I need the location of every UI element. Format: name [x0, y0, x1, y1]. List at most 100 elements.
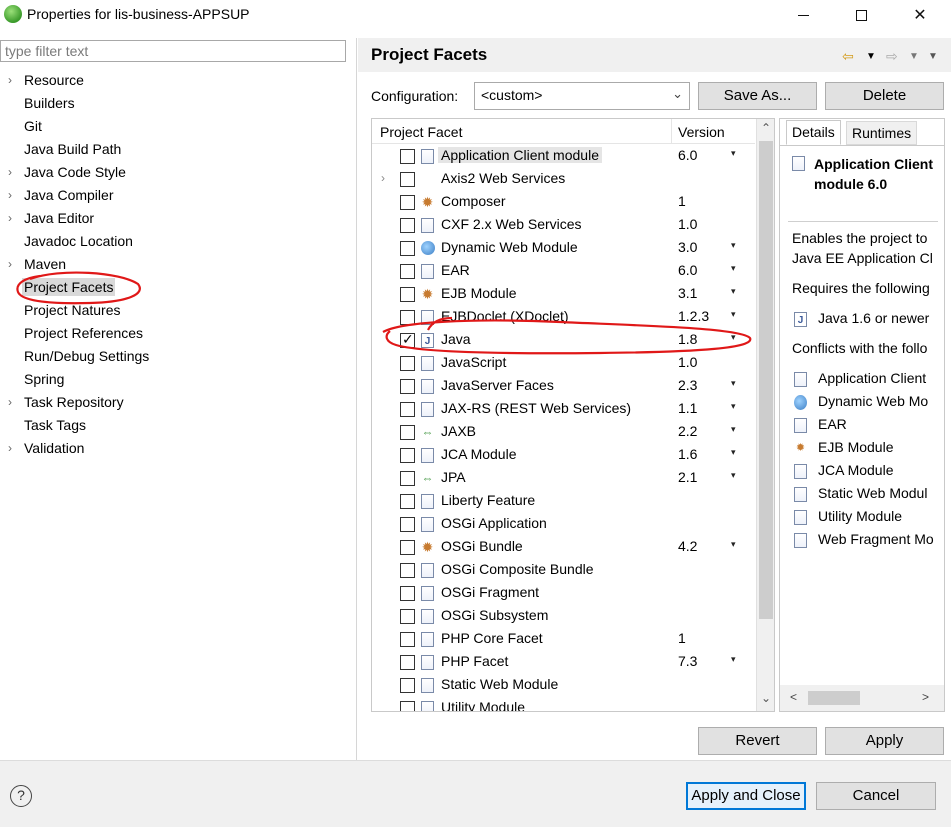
chevron-right-icon[interactable]: ›	[8, 207, 12, 230]
chevron-right-icon[interactable]: ›	[8, 161, 12, 184]
facet-checkbox[interactable]	[400, 287, 415, 302]
facet-checkbox[interactable]	[400, 379, 415, 394]
save-as-button[interactable]: Save As...	[698, 82, 817, 110]
tree-item-git[interactable]: Git	[0, 115, 356, 138]
version-dropdown-icon[interactable]: ▾	[731, 654, 736, 665]
facet-checkbox[interactable]	[400, 149, 415, 164]
facet-version[interactable]: 4.2	[678, 538, 697, 554]
chevron-right-icon[interactable]: ›	[8, 437, 12, 460]
facet-row[interactable]: PHP Facet 7.3 ▾	[372, 651, 755, 674]
version-dropdown-icon[interactable]: ▾	[731, 447, 736, 458]
tree-item-resource[interactable]: › Resource	[0, 69, 356, 92]
facet-checkbox[interactable]	[400, 356, 415, 371]
version-dropdown-icon[interactable]: ▾	[731, 148, 736, 159]
facet-row[interactable]: CXF 2.x Web Services 1.0	[372, 214, 755, 237]
facet-row[interactable]: JCA Module 1.6 ▾	[372, 444, 755, 467]
tree-item-task-repository[interactable]: › Task Repository	[0, 391, 356, 414]
close-button[interactable]: ✕	[897, 0, 943, 30]
tab-runtimes[interactable]: Runtimes	[846, 121, 918, 145]
facet-checkbox[interactable]	[400, 425, 415, 440]
tree-item-validation[interactable]: › Validation	[0, 437, 356, 460]
facet-checkbox[interactable]	[400, 540, 415, 555]
version-dropdown-icon[interactable]: ▾	[731, 378, 736, 389]
maximize-button[interactable]	[838, 0, 884, 30]
chevron-right-icon[interactable]: ›	[8, 391, 12, 414]
tree-item-run-debug-settings[interactable]: Run/Debug Settings	[0, 345, 356, 368]
facet-checkbox[interactable]	[400, 402, 415, 417]
version-dropdown-icon[interactable]: ▾	[731, 332, 736, 343]
facet-version[interactable]: 2.3	[678, 377, 697, 393]
facet-row[interactable]: ✹ OSGi Bundle 4.2 ▾	[372, 536, 755, 559]
chevron-right-icon[interactable]: ›	[8, 69, 12, 92]
scroll-right-icon[interactable]: >	[922, 690, 929, 704]
facet-row[interactable]: ✹ EJB Module 3.1 ▾	[372, 283, 755, 306]
forward-arrow-icon[interactable]: ⇨	[886, 48, 898, 65]
facet-row[interactable]: OSGi Composite Bundle	[372, 559, 755, 582]
apply-button[interactable]: Apply	[825, 727, 944, 755]
tree-item-java-code-style[interactable]: › Java Code Style	[0, 161, 356, 184]
tree-item-spring[interactable]: Spring	[0, 368, 356, 391]
revert-button[interactable]: Revert	[698, 727, 817, 755]
configuration-select[interactable]: <custom> ⌄	[474, 82, 690, 110]
version-dropdown-icon[interactable]: ▾	[731, 470, 736, 481]
facet-row[interactable]: JavaScript 1.0	[372, 352, 755, 375]
facet-checkbox[interactable]	[400, 563, 415, 578]
chevron-right-icon[interactable]: ›	[8, 184, 12, 207]
facet-row[interactable]: Utility Module	[372, 697, 755, 711]
scroll-left-icon[interactable]: <	[790, 690, 797, 704]
facet-version[interactable]: 7.3	[678, 653, 697, 669]
version-dropdown-icon[interactable]: ▾	[731, 424, 736, 435]
tree-item-project-natures[interactable]: Project Natures	[0, 299, 356, 322]
facet-version[interactable]: 3.1	[678, 285, 697, 301]
facet-row[interactable]: PHP Core Facet 1	[372, 628, 755, 651]
facet-row[interactable]: JAX-RS (REST Web Services) 1.1 ▾	[372, 398, 755, 421]
facet-checkbox[interactable]	[400, 586, 415, 601]
scroll-down-icon[interactable]: ⌄	[761, 691, 771, 705]
version-dropdown-icon[interactable]: ▾	[731, 539, 736, 550]
facet-version[interactable]: 2.2	[678, 423, 697, 439]
facet-checkbox[interactable]	[400, 517, 415, 532]
column-separator[interactable]	[671, 119, 672, 144]
facet-version[interactable]: 6.0	[678, 262, 697, 278]
facet-row[interactable]: Liberty Feature	[372, 490, 755, 513]
tree-item-javadoc-location[interactable]: Javadoc Location	[0, 230, 356, 253]
version-dropdown-icon[interactable]: ▾	[731, 286, 736, 297]
facet-checkbox[interactable]	[400, 471, 415, 486]
back-history-dropdown-icon[interactable]: ▼	[866, 51, 876, 62]
facet-version[interactable]: 1.1	[678, 400, 697, 416]
version-dropdown-icon[interactable]: ▾	[731, 240, 736, 251]
version-dropdown-icon[interactable]: ▾	[731, 263, 736, 274]
tree-item-maven[interactable]: › Maven	[0, 253, 356, 276]
facet-checkbox[interactable]	[400, 264, 415, 279]
facet-row[interactable]: Static Web Module	[372, 674, 755, 697]
filter-input[interactable]	[0, 40, 346, 62]
tree-item-java-editor[interactable]: › Java Editor	[0, 207, 356, 230]
facet-checkbox[interactable]	[400, 241, 415, 256]
facet-row[interactable]: › Axis2 Web Services	[372, 168, 755, 191]
minimize-button[interactable]	[780, 0, 826, 30]
facet-row[interactable]: EAR 6.0 ▾	[372, 260, 755, 283]
facet-checkbox[interactable]	[400, 310, 415, 325]
facets-vertical-scrollbar[interactable]: ⌃ ⌄	[756, 119, 774, 711]
facet-row[interactable]: OSGi Subsystem	[372, 605, 755, 628]
view-menu-icon[interactable]: ▼	[928, 51, 938, 62]
facet-version[interactable]: 1.8	[678, 331, 697, 347]
facet-row[interactable]: ⇔ JAXB 2.2 ▾	[372, 421, 755, 444]
scrollbar-thumb[interactable]	[759, 141, 773, 619]
delete-button[interactable]: Delete	[825, 82, 944, 110]
facet-checkbox[interactable]	[400, 701, 415, 711]
facet-version[interactable]: 3.0	[678, 239, 697, 255]
facet-row[interactable]: OSGi Fragment	[372, 582, 755, 605]
facet-row[interactable]: ⇔ JPA 2.1 ▾	[372, 467, 755, 490]
forward-history-dropdown-icon[interactable]: ▼	[909, 51, 919, 62]
facet-checkbox[interactable]	[400, 655, 415, 670]
facet-row[interactable]: J Java 1.8 ▾	[372, 329, 755, 352]
facet-row[interactable]: ✹ Composer 1	[372, 191, 755, 214]
facet-version[interactable]: 6.0	[678, 147, 697, 163]
details-horizontal-scrollbar[interactable]: < >	[780, 685, 944, 711]
facet-version[interactable]: 1.2.3	[678, 308, 709, 324]
facet-checkbox[interactable]	[400, 448, 415, 463]
facet-checkbox[interactable]	[400, 632, 415, 647]
facet-row[interactable]: JavaServer Faces 2.3 ▾	[372, 375, 755, 398]
tree-item-java-compiler[interactable]: › Java Compiler	[0, 184, 356, 207]
